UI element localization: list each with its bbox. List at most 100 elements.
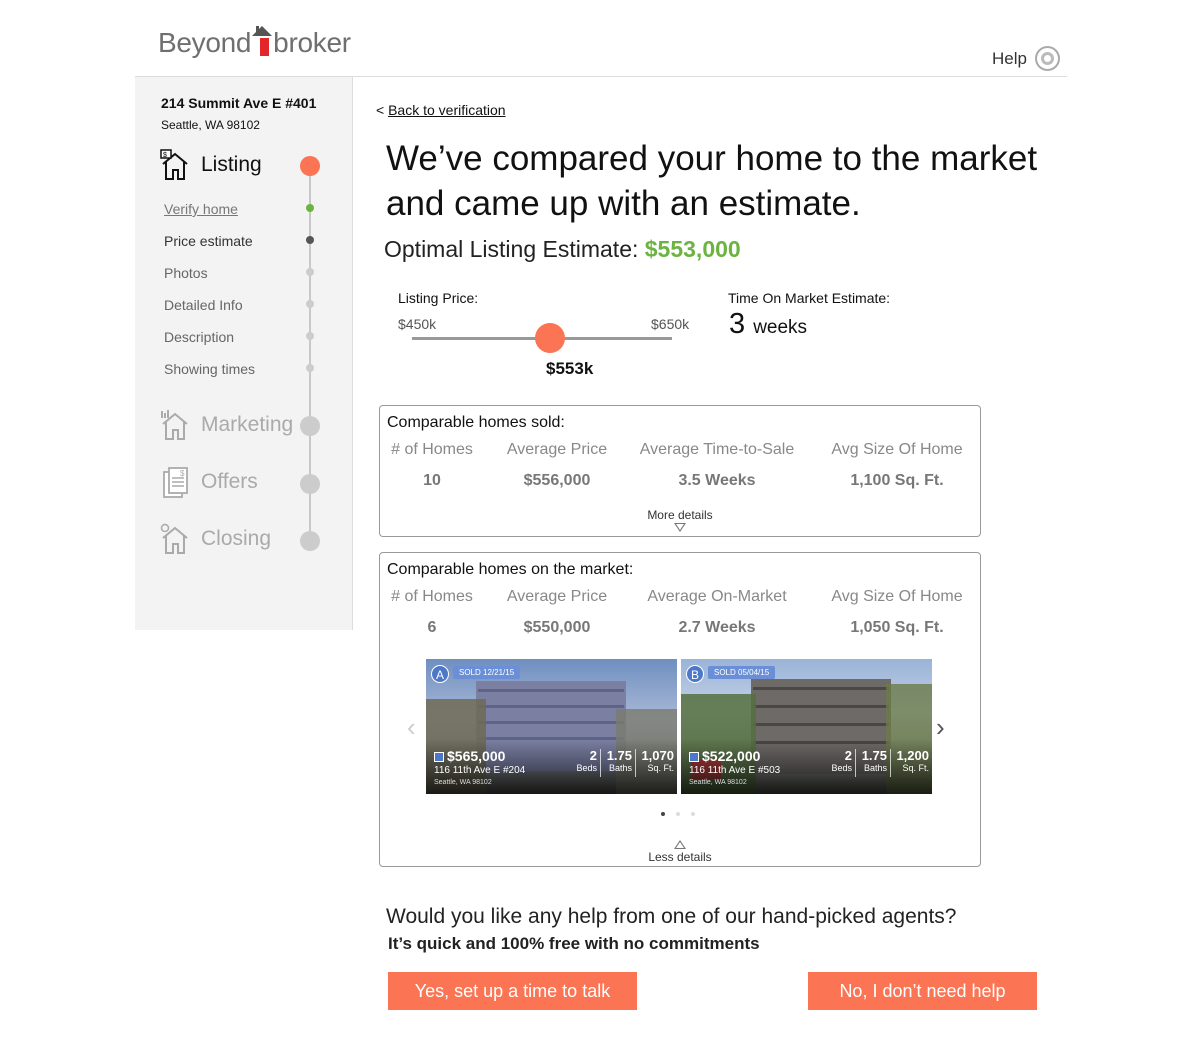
sidebar: 214 Summit Ave E #401 Seattle, WA 98102 … <box>135 77 353 630</box>
step-dot-offers <box>300 474 320 494</box>
expand-triangle-icon[interactable] <box>674 523 686 532</box>
logo-house-icon <box>252 26 273 56</box>
house-key-icon <box>160 523 194 555</box>
sold-badge: SOLD 12/21/15 <box>453 666 521 679</box>
lifebuoy-icon <box>1035 46 1060 71</box>
stat-value: 10 <box>423 472 441 489</box>
carousel-next-icon[interactable]: › <box>936 712 945 743</box>
sidebar-step-listing[interactable]: $ Listing <box>160 149 262 181</box>
card-price: $522,000 <box>689 748 760 764</box>
no-help-button[interactable]: No, I don’t need help <box>808 972 1037 1010</box>
substep-dot-showing <box>306 364 314 372</box>
logo[interactable]: Beyond broker <box>158 26 351 59</box>
sidebar-step-closing[interactable]: Closing <box>160 523 271 555</box>
card-sqft: 1,070 Sq. Ft. <box>637 748 674 773</box>
beds-value: 2 <box>589 748 597 763</box>
comparable-home-card-a[interactable]: A SOLD 12/21/15 $565,000 116 11th Ave E … <box>426 659 677 794</box>
baths-value: 1.75 <box>861 748 887 763</box>
price-text: $565,000 <box>447 748 506 764</box>
time-on-market-label: Time On Market Estimate: <box>728 290 891 306</box>
documents-icon: $ <box>160 466 194 498</box>
panel-title: Comparable homes sold: <box>387 414 565 431</box>
back-link-text: Back to verification <box>388 102 506 118</box>
price-slider-handle[interactable] <box>534 323 565 353</box>
price-text: $522,000 <box>702 748 761 764</box>
substep-showing-times[interactable]: Showing times <box>164 361 255 377</box>
stat-header: # of Homes <box>391 441 473 458</box>
sidebar-step-label: Listing <box>201 153 262 176</box>
sidebar-step-label: Offers <box>201 470 258 493</box>
sqft-label: Sq. Ft. <box>647 763 674 773</box>
substep-dot-verify <box>306 204 314 212</box>
optimal-estimate: Optimal Listing Estimate: $553,000 <box>384 236 741 263</box>
stat-value: $556,000 <box>523 472 591 489</box>
page-title: We’ve compared your home to the market a… <box>386 139 1038 223</box>
listing-price-label: Listing Price: <box>398 290 479 306</box>
yes-talk-button[interactable]: Yes, set up a time to talk <box>388 972 637 1010</box>
carousel-prev-icon[interactable]: ‹ <box>407 712 416 743</box>
carousel-pager <box>661 812 695 816</box>
address-line2: Seattle, WA 98102 <box>161 118 260 132</box>
help-button[interactable]: Help <box>992 46 1060 71</box>
address-line1: 214 Summit Ave E #401 <box>161 95 317 111</box>
step-dot-marketing <box>300 416 320 436</box>
stat-avg-price: Average Price $556,000 <box>497 441 617 490</box>
baths-label: Baths <box>863 763 887 773</box>
back-link[interactable]: < Back to verification <box>376 102 506 118</box>
pager-dot[interactable] <box>691 812 695 816</box>
step-dot-closing <box>300 531 320 551</box>
stat-header: Avg Size Of Home <box>831 588 963 605</box>
panel-title: Comparable homes on the market: <box>387 561 634 578</box>
stat-header: Average Price <box>506 588 608 605</box>
tom-number: 3 <box>729 308 746 340</box>
step-dot-listing <box>300 156 320 176</box>
stat-num-homes: # of Homes 6 <box>390 588 474 637</box>
substep-detailed-info[interactable]: Detailed Info <box>164 297 243 313</box>
pager-dot[interactable] <box>661 812 665 816</box>
time-on-market-value: 3 weeks <box>729 308 807 341</box>
sqft-value: 1,070 <box>641 748 674 763</box>
more-details-toggle[interactable]: More details <box>380 508 980 522</box>
stat-avg-size: Avg Size Of Home 1,050 Sq. Ft. <box>826 588 968 637</box>
baths-value: 1.75 <box>606 748 632 763</box>
stat-value: $550,000 <box>523 619 591 636</box>
pager-dot[interactable] <box>676 812 680 816</box>
card-city: Seattle, WA 98102 <box>434 779 492 786</box>
sidebar-step-offers[interactable]: $ Offers <box>160 466 258 498</box>
substep-dot-description <box>306 332 314 340</box>
less-details-toggle[interactable]: Less details <box>380 850 980 864</box>
sidebar-step-marketing[interactable]: Marketing <box>160 409 293 441</box>
stat-value: 1,050 Sq. Ft. <box>850 619 944 636</box>
substep-dot-price <box>306 236 314 244</box>
baths-label: Baths <box>608 763 632 773</box>
sqft-label: Sq. Ft. <box>902 763 929 773</box>
help-question: Would you like any help from one of our … <box>386 905 957 928</box>
stat-value: 3.5 Weeks <box>678 472 756 489</box>
card-beds: 2 Beds <box>571 748 597 773</box>
substep-description[interactable]: Description <box>164 329 234 345</box>
tom-unit: weeks <box>753 317 808 338</box>
stat-value: 6 <box>427 619 437 636</box>
card-baths: 1.75 Baths <box>602 748 632 773</box>
estimate-value: $553,000 <box>644 236 741 262</box>
stat-header: Avg Size Of Home <box>831 441 963 458</box>
substep-verify-home[interactable]: Verify home <box>164 201 238 217</box>
map-pin-a: A <box>431 665 449 683</box>
sqft-value: 1,200 <box>896 748 929 763</box>
card-beds: 2 Beds <box>826 748 852 773</box>
substep-price-estimate[interactable]: Price estimate <box>164 233 253 249</box>
substep-dot-detailed <box>306 300 314 308</box>
logo-text-beyond: Beyond <box>158 27 252 58</box>
sold-badge: SOLD 05/04/15 <box>708 666 776 679</box>
collapse-triangle-icon[interactable] <box>674 840 686 849</box>
beds-label: Beds <box>831 763 852 773</box>
stat-avg-time: Average Time-to-Sale 3.5 Weeks <box>637 441 797 490</box>
comparable-home-card-b[interactable]: B SOLD 05/04/15 $522,000 116 11th Ave E … <box>681 659 932 794</box>
comparable-sold-panel: Comparable homes sold: # of Homes 10 Ave… <box>379 405 981 537</box>
stat-header: # of Homes <box>391 588 473 605</box>
beds-label: Beds <box>576 763 597 773</box>
svg-text:$: $ <box>180 469 185 478</box>
slider-max-label: $650k <box>651 316 690 332</box>
substep-photos[interactable]: Photos <box>164 265 208 281</box>
stat-header: Average Price <box>506 441 608 458</box>
